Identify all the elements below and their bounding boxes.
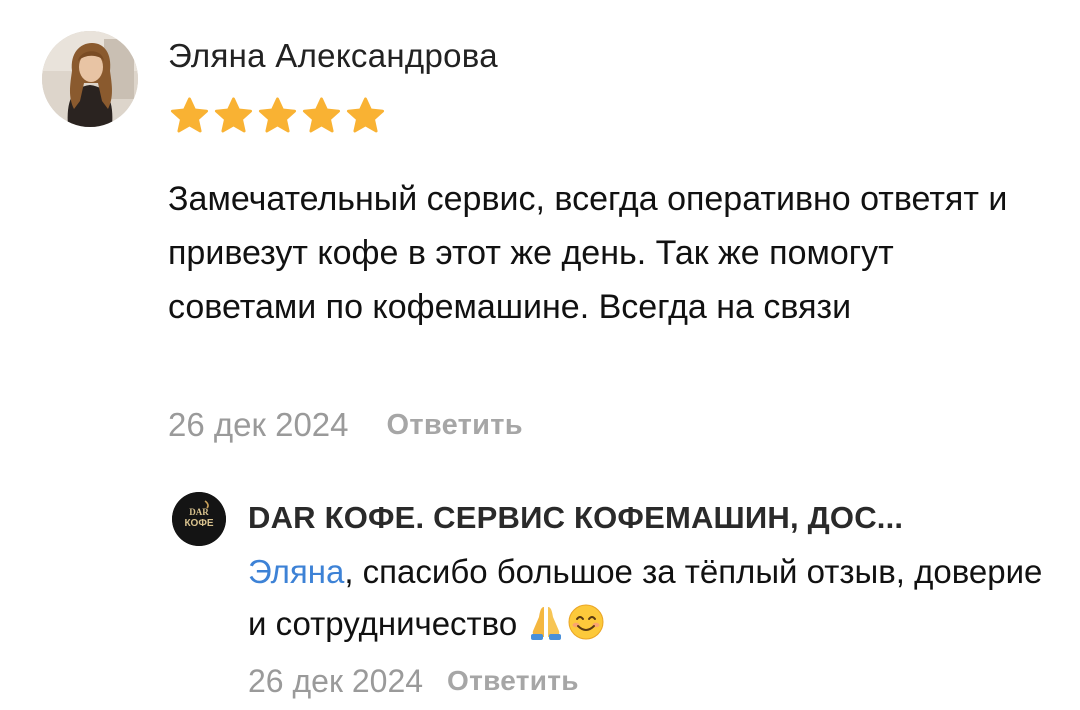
svg-text:DAR: DAR (189, 507, 209, 517)
star-icon (170, 97, 209, 133)
reply-date: 26 дек 2024 (248, 662, 424, 699)
company-name[interactable]: DAR КОФЕ. СЕРВИС КОФЕМАШИН, ДОС... (248, 498, 1028, 538)
folded-hands-icon (526, 603, 566, 641)
star-icon (214, 97, 253, 133)
review-card: Эляна Александрова Замечательный сервис,… (0, 0, 1080, 710)
review-text: Замечательный сервис, всегда оперативно … (168, 180, 1008, 326)
smiling-face-icon (566, 603, 606, 641)
author-name[interactable]: Эляна Александрова (168, 36, 498, 76)
reply-reply-button[interactable]: Ответить (447, 665, 579, 697)
svg-text:КОФЕ: КОФЕ (184, 518, 213, 529)
review-meta: 26 дек 2024 Ответить (168, 403, 523, 447)
rating-stars (168, 95, 387, 137)
star-icon (302, 97, 341, 133)
reply-text: Эляна, спасибо большое за тёплый отзыв, … (248, 546, 1048, 650)
reply-meta: 26 дек 2024 Ответить (248, 659, 579, 703)
reply-body: , спасибо большое за тёплый отзыв, довер… (248, 553, 1043, 642)
star-icon (346, 97, 385, 133)
reply-button[interactable]: Ответить (387, 409, 523, 442)
review-date: 26 дек 2024 (168, 406, 349, 443)
company-logo[interactable]: DAR КОФЕ (172, 492, 226, 546)
mention-link[interactable]: Эляна (248, 553, 344, 590)
avatar[interactable] (42, 31, 138, 127)
star-icon (258, 97, 297, 133)
